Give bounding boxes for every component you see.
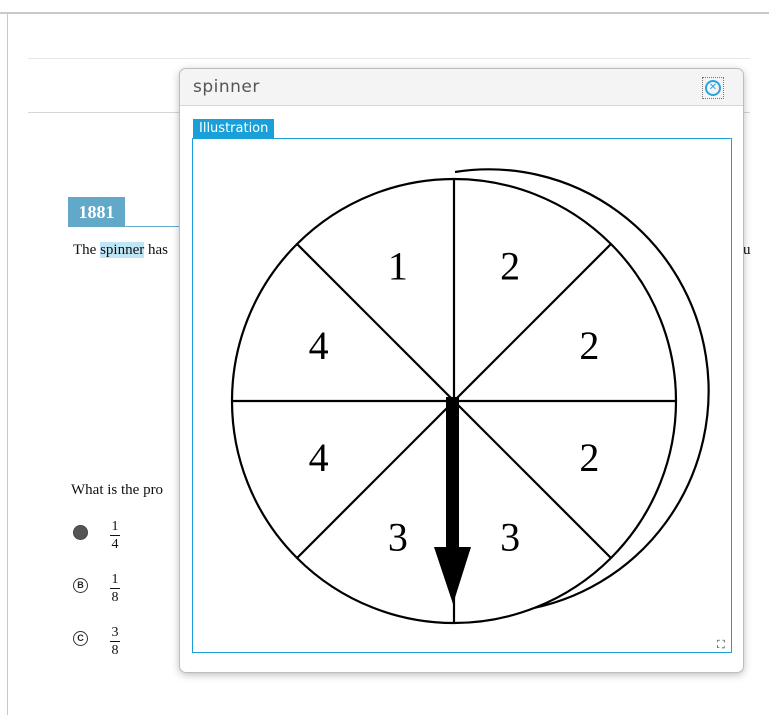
numerator-c: 3 [111,625,119,640]
spinner-glossary-link[interactable]: spinner [100,242,145,258]
spinner-popup-panel: spinner ✕ Illustration 2 2 2 3 3 4 4 1 ⛶ [179,68,744,673]
spinner-section-label: 3 [388,514,408,559]
numerator-b: 1 [111,572,119,587]
spinner-illustration: 2 2 2 3 3 4 4 1 [230,168,710,625]
denominator-b: 8 [111,590,119,605]
spinner-section-label: 2 [579,323,599,368]
fraction-b: 1 8 [110,572,120,605]
numerator-a: 1 [111,519,119,534]
tab-illustration[interactable]: Illustration [193,119,275,138]
answer-choice-a[interactable]: 1 4 [73,519,173,563]
close-circle-icon: ✕ [705,80,721,96]
question-prompt: What is the pro [71,482,164,498]
denominator-c: 8 [111,643,119,658]
header-divider [28,58,750,59]
spinner-section-label: 2 [579,435,599,480]
denominator-a: 4 [111,537,119,552]
answer-choice-b[interactable]: B 1 8 [73,572,173,616]
radio-a-selected[interactable] [73,525,88,540]
fraction-c: 3 8 [110,625,120,658]
panel-header[interactable]: spinner ✕ [180,69,743,106]
close-button[interactable]: ✕ [702,77,724,99]
item-number-badge: 1881 [68,197,125,227]
stem-prefix: The [73,242,101,258]
spinner-section-label: 2 [500,244,520,289]
spinner-section-label: 1 [388,244,408,289]
radio-c[interactable]: C [73,631,88,646]
answer-choice-c[interactable]: C 3 8 [73,625,173,669]
fraction-a: 1 4 [110,519,120,552]
illustration-area: 2 2 2 3 3 4 4 1 ⛶ [192,138,732,653]
spinner-section-label: 4 [309,435,329,480]
spinner-section-label: 3 [500,514,520,559]
window-left-border [7,12,8,715]
question-stem: The spinner has [73,242,168,259]
stem-suffix: has [144,242,168,258]
panel-title: spinner [193,77,260,97]
radio-b[interactable]: B [73,578,88,593]
item-number-underline [125,226,185,227]
window-top-border [0,12,769,14]
stem-right-fragment: u [743,242,751,258]
spinner-section-label: 4 [309,323,329,368]
expand-icon[interactable]: ⛶ [717,639,729,651]
